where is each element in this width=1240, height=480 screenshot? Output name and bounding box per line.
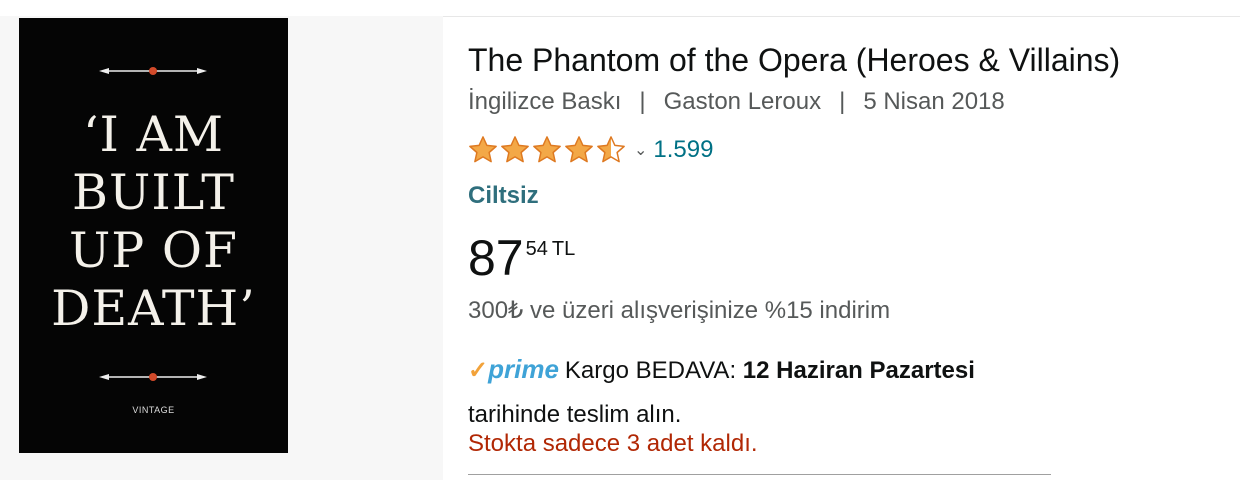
prime-logo: prime xyxy=(488,354,559,384)
price-currency: TL xyxy=(551,238,576,260)
delivery-date: 12 Haziran Pazartesi xyxy=(742,357,975,384)
price-whole: 87 xyxy=(468,230,524,286)
price: 87 54 TL xyxy=(468,228,575,288)
promo-text: 300₺ ve üzeri alışverişinize %15 indirim xyxy=(468,297,891,324)
prime-check-icon: ✓ xyxy=(468,357,489,384)
author-link[interactable]: Gaston Leroux xyxy=(664,88,821,115)
publish-date: 5 Nisan 2018 xyxy=(863,88,1005,115)
stock-status: Stokta sadece 3 adet kaldı. xyxy=(468,430,758,457)
meta-separator: | xyxy=(839,88,846,115)
star-rating[interactable] xyxy=(468,135,628,165)
delivery-info: ✓prime Kargo BEDAVA: 12 Haziran Pazartesi… xyxy=(468,347,1068,437)
cover-ornament-top xyxy=(99,67,207,75)
product-title: The Phantom of the Opera (Heroes & Villa… xyxy=(468,42,1121,78)
cover-ornament-bottom xyxy=(99,373,207,381)
section-divider xyxy=(468,474,1051,475)
star-full-icon xyxy=(501,136,529,163)
book-cover-image[interactable]: ‘I AM BUILT UP OF DEATH’ VINTAGE xyxy=(19,18,288,453)
chevron-down-icon[interactable]: ⌄ xyxy=(634,140,647,160)
meta-separator: | xyxy=(639,88,646,115)
delivery-prefix: Kargo BEDAVA: xyxy=(564,357,743,384)
cover-publisher: VINTAGE xyxy=(132,405,175,415)
price-fraction: 54 xyxy=(525,238,548,260)
delivery-suffix: tarihinde teslim alın. xyxy=(468,401,682,428)
format-label[interactable]: Ciltsiz xyxy=(468,182,539,210)
product-image-panel: ‘I AM BUILT UP OF DEATH’ VINTAGE xyxy=(0,16,443,480)
star-full-icon xyxy=(469,136,497,163)
rating-row[interactable]: ⌄ 1.599 xyxy=(468,134,713,166)
rating-count-link[interactable]: 1.599 xyxy=(653,136,713,164)
star-half-icon xyxy=(597,136,625,163)
star-full-icon xyxy=(533,136,561,163)
cover-quote: ‘I AM BUILT UP OF DEATH’ xyxy=(51,106,256,337)
product-meta: İngilizce Baskı | Gaston Leroux | 5 Nisan 20… xyxy=(468,86,1005,118)
edition-label: İngilizce Baskı xyxy=(468,88,622,115)
star-full-icon xyxy=(565,136,593,163)
